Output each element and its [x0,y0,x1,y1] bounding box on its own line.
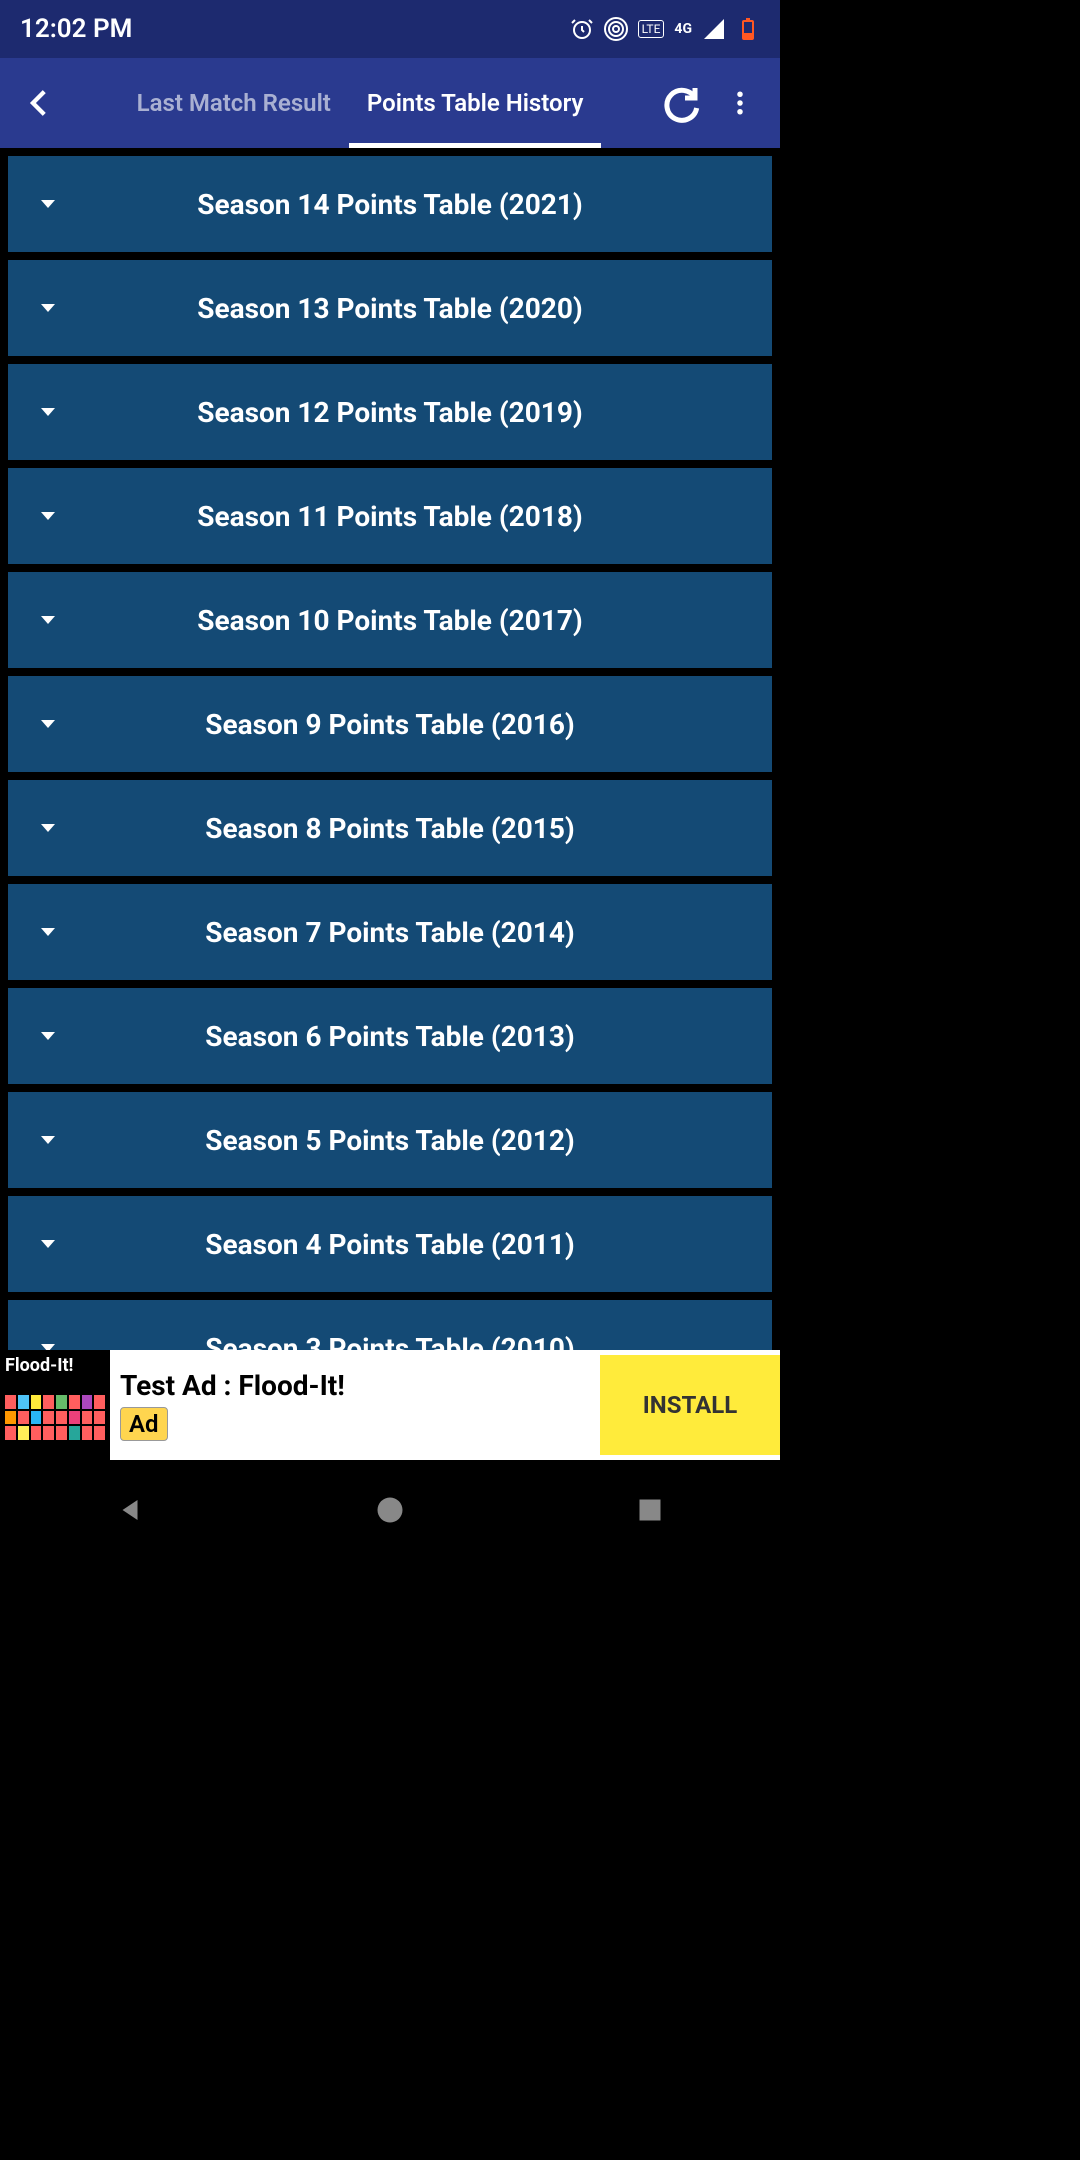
nav-back-icon [115,1495,145,1525]
season-item[interactable]: Season 9 Points Table (2016) [8,676,772,772]
season-item[interactable]: Season 7 Points Table (2014) [8,884,772,980]
chevron-left-icon [23,86,57,120]
volte-icon: LTE [638,20,665,38]
season-item[interactable]: Season 4 Points Table (2011) [8,1196,772,1292]
season-label: Season 7 Points Table (2014) [68,916,752,949]
ad-banner[interactable]: Flood-It! Test Ad : Flood-It! Ad INSTALL [0,1350,780,1460]
chevron-down-icon [28,712,68,736]
tab-points-table-history[interactable]: Points Table History [349,58,602,148]
season-label: Season 5 Points Table (2012) [68,1124,752,1157]
chevron-down-icon [28,608,68,632]
ad-title: Test Ad : Flood-It! [120,1369,590,1402]
tab-label: Last Match Result [137,89,331,117]
ad-badge: Ad [120,1407,168,1441]
refresh-icon [660,83,700,123]
season-item[interactable]: Season 14 Points Table (2021) [8,156,772,252]
install-button[interactable]: INSTALL [600,1355,780,1455]
season-label: Season 10 Points Table (2017) [68,604,752,637]
season-label: Season 12 Points Table (2019) [68,396,752,429]
hotspot-icon [604,17,628,41]
more-vert-icon [725,88,755,118]
install-label: INSTALL [643,1391,737,1419]
network-label: 4G [674,21,692,37]
season-item[interactable]: Season 8 Points Table (2015) [8,780,772,876]
ad-icon-text: Flood-It! [5,1355,73,1376]
nav-recent-button[interactable] [600,1480,700,1540]
season-item[interactable]: Season 13 Points Table (2020) [8,260,772,356]
season-label: Season 4 Points Table (2011) [68,1228,752,1261]
nav-home-button[interactable] [340,1480,440,1540]
app-bar: Last Match Result Points Table History [0,58,780,148]
system-nav-bar [0,1460,780,1560]
chevron-down-icon [28,504,68,528]
chevron-down-icon [28,1024,68,1048]
status-time: 12:02 PM [20,14,132,44]
alarm-icon [570,17,594,41]
refresh-button[interactable] [650,58,710,148]
season-item[interactable]: Season 3 Points Table (2010) [8,1300,772,1350]
chevron-down-icon [28,400,68,424]
nav-recent-icon [636,1496,664,1524]
chevron-down-icon [28,816,68,840]
season-item[interactable]: Season 6 Points Table (2013) [8,988,772,1084]
season-label: Season 9 Points Table (2016) [68,708,752,741]
season-item[interactable]: Season 12 Points Table (2019) [8,364,772,460]
season-item[interactable]: Season 11 Points Table (2018) [8,468,772,564]
signal-icon [702,17,726,41]
season-item[interactable]: Season 5 Points Table (2012) [8,1092,772,1188]
content: Season 14 Points Table (2021) Season 13 P… [0,148,780,1350]
nav-home-icon [375,1495,405,1525]
chevron-down-icon [28,1336,68,1350]
season-label: Season 3 Points Table (2010) [68,1332,752,1351]
chevron-down-icon [28,1232,68,1256]
chevron-down-icon [28,920,68,944]
season-label: Season 13 Points Table (2020) [68,292,752,325]
season-label: Season 6 Points Table (2013) [68,1020,752,1053]
season-label: Season 14 Points Table (2021) [68,188,752,221]
season-label: Season 11 Points Table (2018) [68,500,752,533]
season-label: Season 8 Points Table (2015) [68,812,752,845]
more-button[interactable] [710,58,770,148]
tab-label: Points Table History [367,89,584,117]
chevron-down-icon [28,1128,68,1152]
status-bar: 12:02 PM LTE 4G [0,0,780,58]
ad-app-icon: Flood-It! [0,1350,110,1460]
season-item[interactable]: Season 10 Points Table (2017) [8,572,772,668]
back-button[interactable] [10,58,70,148]
status-icons: LTE 4G [570,17,760,41]
nav-back-button[interactable] [80,1480,180,1540]
ad-content: Test Ad : Flood-It! Ad [110,1369,600,1441]
tabs: Last Match Result Points Table History [70,58,650,148]
chevron-down-icon [28,296,68,320]
chevron-down-icon [28,192,68,216]
tab-last-match-result[interactable]: Last Match Result [119,58,349,148]
battery-icon [736,17,760,41]
